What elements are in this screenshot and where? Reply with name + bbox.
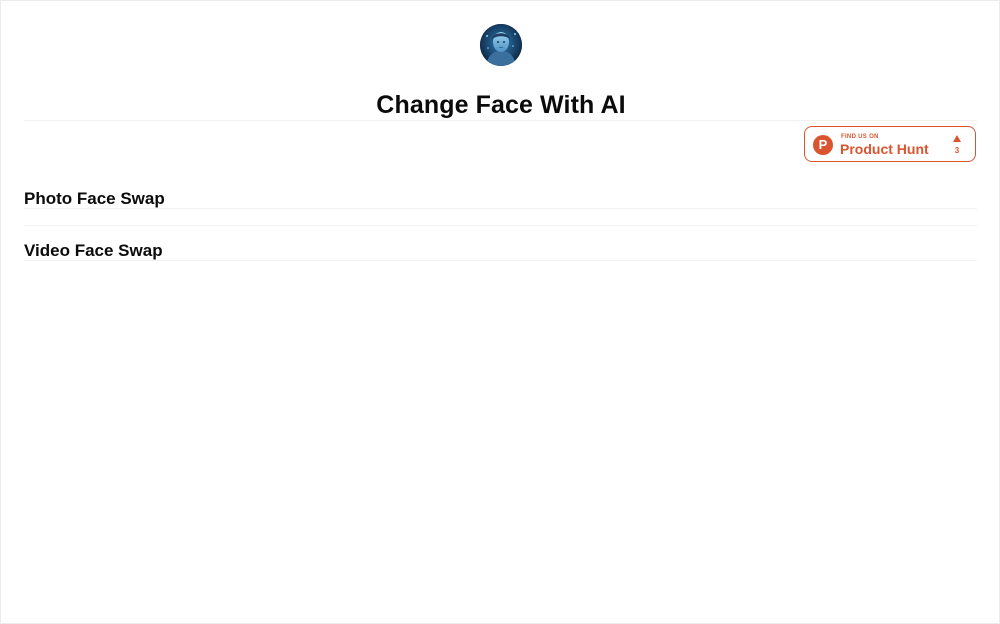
ai-face-avatar-icon bbox=[480, 24, 522, 66]
section-divider bbox=[24, 225, 977, 226]
page-title: Change Face With AI bbox=[376, 91, 626, 119]
upvote-count: 3 bbox=[954, 146, 960, 155]
title-divider bbox=[24, 120, 977, 121]
section-divider bbox=[24, 208, 977, 209]
page: Change Face With AI P FIND US ON Product… bbox=[0, 0, 1000, 624]
avatar bbox=[480, 24, 522, 66]
video-face-swap-section[interactable]: Video Face Swap bbox=[24, 240, 977, 270]
product-hunt-logo-icon: P bbox=[813, 135, 833, 155]
product-hunt-badge[interactable]: P FIND US ON Product Hunt 3 bbox=[804, 126, 976, 162]
video-face-swap-label: Video Face Swap bbox=[24, 241, 163, 260]
upvote-arrow-icon bbox=[953, 135, 961, 142]
product-hunt-caption: FIND US ON bbox=[841, 134, 879, 140]
photo-face-swap-label: Photo Face Swap bbox=[24, 189, 165, 208]
photo-face-swap-section[interactable]: Photo Face Swap bbox=[24, 188, 977, 226]
product-hunt-logo-letter: P bbox=[818, 137, 828, 152]
section-divider bbox=[24, 260, 977, 261]
product-hunt-name: Product Hunt bbox=[840, 141, 929, 157]
